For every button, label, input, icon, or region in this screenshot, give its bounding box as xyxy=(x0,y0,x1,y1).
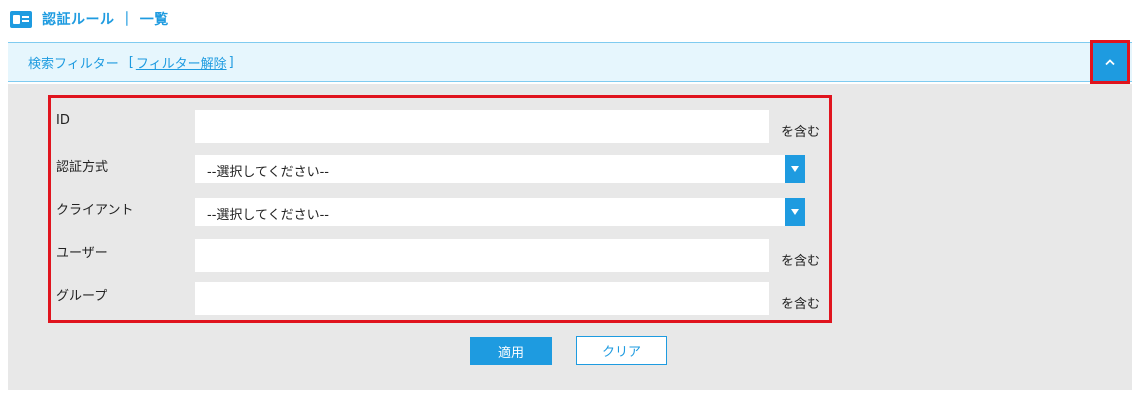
client-selected: --選択してください-- xyxy=(207,208,329,223)
bracket-open: [ xyxy=(128,54,134,70)
filter-label: 検索フィルター xyxy=(28,56,119,72)
auth-method-selected: --選択してください-- xyxy=(207,165,329,180)
page-title: 認証ルール ｜ 一覧 xyxy=(42,12,169,28)
bracket-close: ] xyxy=(228,54,234,70)
apply-button[interactable]: 適用 xyxy=(470,337,552,365)
filter-fields-box: ID を含む 認証方式 --選択してください-- クライアント --選択してくだ… xyxy=(48,95,832,323)
client-label: クライアント xyxy=(56,203,134,218)
id-label: ID xyxy=(56,113,70,128)
user-label: ユーザー xyxy=(56,246,108,261)
clear-button[interactable]: クリア xyxy=(576,336,667,365)
id-input[interactable] xyxy=(195,110,769,143)
group-contains-label: を含む xyxy=(781,297,821,312)
user-input[interactable] xyxy=(195,239,769,272)
chevron-up-icon xyxy=(1105,59,1115,66)
dropdown-arrow-icon[interactable] xyxy=(785,155,805,183)
clear-filter-link[interactable]: フィルター解除 xyxy=(136,53,227,72)
dropdown-arrow-icon[interactable] xyxy=(785,198,805,226)
group-label: グループ xyxy=(56,289,108,304)
id-contains-label: を含む xyxy=(781,125,821,140)
id-card-icon xyxy=(10,10,32,28)
group-input[interactable] xyxy=(195,282,769,315)
client-select[interactable]: --選択してください-- xyxy=(195,198,805,226)
auth-method-select[interactable]: --選択してください-- xyxy=(195,155,805,183)
search-filter-bar: 検索フィルター [ フィルター解除 ] xyxy=(8,42,1132,82)
auth-method-label: 認証方式 xyxy=(56,160,109,175)
collapse-filter-button[interactable] xyxy=(1090,40,1130,84)
user-contains-label: を含む xyxy=(781,254,821,269)
page-header: 認証ルール ｜ 一覧 xyxy=(10,8,169,30)
